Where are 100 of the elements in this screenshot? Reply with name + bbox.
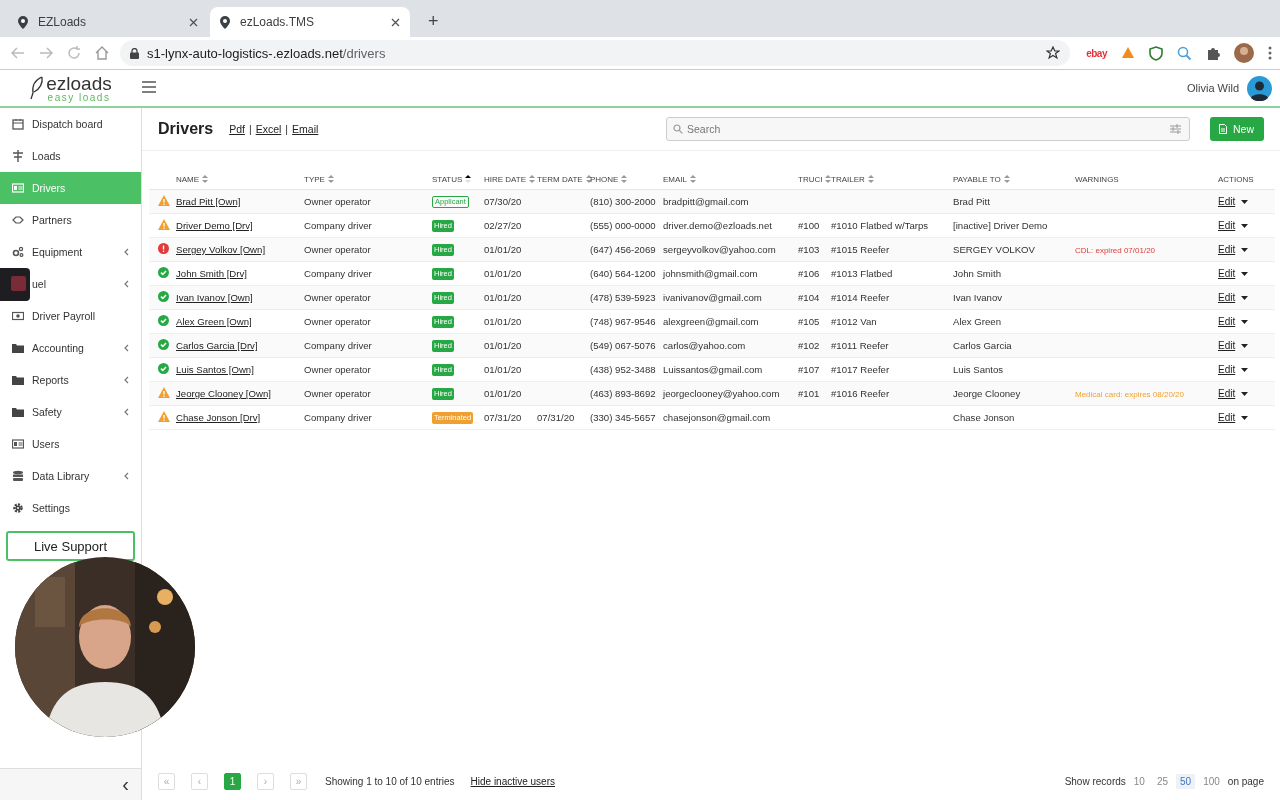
live-support-button[interactable]: Live Support <box>6 531 135 561</box>
menu-icon[interactable] <box>1268 46 1272 60</box>
email-address: ivanivanov@gmail.com <box>661 285 796 310</box>
column-header[interactable]: TERM DATE <box>537 174 583 184</box>
edit-dropdown[interactable]: Edit <box>1218 316 1249 327</box>
trailer-name: #1010 Flatbed w/Tarps <box>829 213 951 238</box>
column-header[interactable]: NAME <box>176 174 200 184</box>
search-icon[interactable] <box>1177 45 1192 61</box>
caret-icon <box>1241 295 1249 300</box>
document-icon <box>1219 124 1227 134</box>
trailer-name: #1011 Reefer <box>829 333 951 358</box>
phone-number: (748) 967-9546 <box>588 309 661 334</box>
close-icon[interactable] <box>189 17 198 27</box>
sidebar-item[interactable]: Safety <box>0 396 141 428</box>
recording-popup[interactable] <box>0 268 30 301</box>
driver-type: Owner operator <box>302 357 430 382</box>
payee-name: SERGEY VOLKOV <box>951 237 1073 262</box>
export-link[interactable]: Pdf <box>229 123 245 135</box>
close-icon[interactable] <box>391 17 400 27</box>
sidebar-item[interactable]: Driver Payroll <box>0 300 141 332</box>
link-separator: | <box>285 123 289 135</box>
caret-icon <box>1241 271 1249 276</box>
sort-icon[interactable] <box>465 175 472 184</box>
sidebar-item[interactable]: Data Library <box>0 460 141 492</box>
star-icon[interactable] <box>1046 46 1061 60</box>
sidebar-item[interactable]: Partners <box>0 204 141 236</box>
hire-date: 02/27/20 <box>482 213 535 238</box>
driver-name-link[interactable]: John Smith [Drv] <box>176 268 247 279</box>
page-size-option[interactable]: 100 <box>1199 773 1224 789</box>
entries-info: Showing 1 to 10 of 10 entries <box>325 775 455 787</box>
sidebar-item[interactable]: Dispatch board <box>0 108 141 140</box>
avatar-icon[interactable] <box>1247 75 1272 101</box>
hire-date: 01/01/20 <box>482 357 535 382</box>
phone-number: (555) 000-0000 <box>588 213 661 238</box>
column-header[interactable]: TYPE <box>304 174 325 184</box>
sidebar-item[interactable]: Settings <box>0 492 141 524</box>
hire-date: 01/01/20 <box>482 333 535 358</box>
address-bar[interactable]: s1-lynx-auto-logistics-.ezloads.net/drivers <box>120 40 1071 66</box>
email-address: driver.demo@ezloads.net <box>661 213 796 238</box>
phone-number: (549) 067-5076 <box>588 333 661 358</box>
sidebar-item[interactable]: Accounting <box>0 332 141 364</box>
profile-avatar-icon[interactable] <box>1234 43 1254 63</box>
column-header[interactable]: STATUS <box>432 174 463 184</box>
page-size-option[interactable]: 10 <box>1129 773 1149 789</box>
sidebar-item[interactable]: Reports <box>0 364 141 396</box>
column-header[interactable]: TRAILER <box>831 174 865 184</box>
phone-number: (810) 300-2000 <box>588 189 661 214</box>
edit-dropdown[interactable]: Edit <box>1218 412 1249 423</box>
export-link[interactable]: Email <box>292 123 319 135</box>
browser-tab[interactable]: ezLoads.TMS <box>210 7 410 37</box>
driver-type: Owner operator <box>302 285 430 310</box>
trailer-name: #1013 Flatbed <box>829 261 951 286</box>
warning-text: Medical card: expires 08/20/20 <box>1075 390 1184 399</box>
column-header[interactable]: TRUCI <box>798 174 823 184</box>
export-link[interactable]: Excel <box>255 123 282 135</box>
warning-extension-icon[interactable] <box>1121 46 1135 60</box>
records-label: Show records <box>1064 775 1126 787</box>
edit-dropdown[interactable]: Edit <box>1218 220 1249 231</box>
menu-icon[interactable] <box>142 80 156 96</box>
caret-icon <box>1241 391 1249 396</box>
filter-icon[interactable] <box>1170 124 1181 134</box>
edit-dropdown[interactable]: Edit <box>1218 364 1249 375</box>
trailer-name: #1012 Van <box>829 309 951 334</box>
column-header[interactable]: PHONE <box>590 174 619 184</box>
email-address: alexgreen@gmail.com <box>661 309 796 334</box>
edit-dropdown[interactable]: Edit <box>1218 268 1249 279</box>
column-header: ACTIONS <box>1218 174 1254 184</box>
column-header[interactable]: HIRE DATE <box>484 174 527 184</box>
search-field[interactable]: Search <box>666 117 1190 141</box>
email-address: johnsmith@gmail.com <box>661 261 796 286</box>
truck-number: #103 <box>796 237 829 262</box>
sidebar-item[interactable]: Loads <box>0 140 141 172</box>
payee-name: Ivan Ivanov <box>951 285 1073 310</box>
browser-tab[interactable]: EZLoads <box>8 7 208 37</box>
hire-date: 01/01/20 <box>482 237 535 262</box>
collapse-sidebar-button[interactable]: ‹ <box>0 768 141 800</box>
user-name[interactable]: Olivia Wild <box>1187 82 1239 94</box>
column-header[interactable]: PAYABLE TO <box>953 174 1001 184</box>
page-size-option[interactable]: 50 <box>1176 773 1196 789</box>
puzzle-icon[interactable] <box>1206 46 1220 60</box>
column-header[interactable]: EMAIL <box>663 174 687 184</box>
sidebar-item[interactable]: Users <box>0 428 141 460</box>
driver-name-link[interactable]: Alex Green [Own] <box>176 316 252 327</box>
driver-name-link[interactable]: Chase Jonson [Drv] <box>176 412 261 423</box>
sidebar-item[interactable]: Equipment <box>0 236 141 268</box>
payee-name: Alex Green <box>951 309 1073 334</box>
payee-name: Chase Jonson <box>951 405 1073 430</box>
phone-number: (478) 539-5923 <box>588 285 661 310</box>
page-size-option[interactable]: 25 <box>1152 773 1173 789</box>
shield-icon[interactable] <box>1149 45 1163 61</box>
payee-name: John Smith <box>951 261 1073 286</box>
caret-icon <box>1241 343 1249 348</box>
driver-type: Company driver <box>302 261 430 286</box>
caret-icon <box>1241 247 1249 252</box>
truck-number: #106 <box>796 261 829 286</box>
new-tab-button[interactable]: + <box>422 10 445 33</box>
driver-name-link[interactable]: Driver Demo [Drv] <box>176 220 253 231</box>
driver-name-link[interactable]: Luis Santos [Own] <box>176 364 254 375</box>
truck-number: #105 <box>796 309 829 334</box>
ebay-extension-logo[interactable]: ebay <box>1086 47 1107 59</box>
